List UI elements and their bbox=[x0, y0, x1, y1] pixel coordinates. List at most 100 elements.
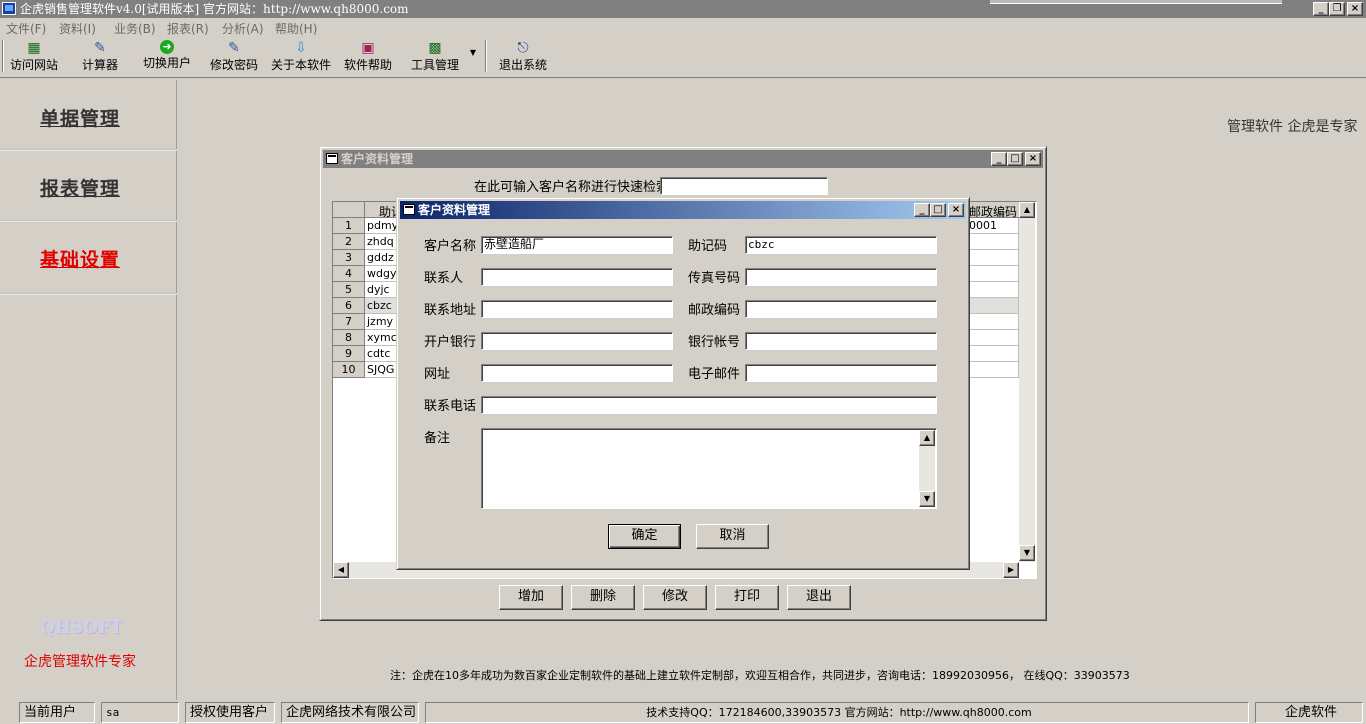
dialog-maximize-button[interactable]: □ bbox=[930, 203, 946, 217]
app-icon bbox=[2, 2, 16, 15]
nav-basic-settings[interactable]: 基础设置 bbox=[0, 222, 177, 294]
status-current-user-label: 当前用户 bbox=[19, 702, 95, 723]
qhsoft-logo: QHSOFT bbox=[40, 618, 123, 638]
row-number: 5 bbox=[333, 282, 365, 298]
exit-door-icon: ⎋ bbox=[517, 40, 529, 56]
cell-postal-code[interactable] bbox=[967, 234, 1019, 250]
tools-button[interactable]: ▩ 工具管理 bbox=[409, 40, 461, 76]
print-button[interactable]: 打印 bbox=[715, 585, 779, 610]
phone-label: 联系电话 bbox=[424, 399, 477, 414]
delete-button[interactable]: 删除 bbox=[571, 585, 635, 610]
fax-label: 传真号码 bbox=[688, 271, 741, 286]
about-button[interactable]: ⇩ 关于本软件 bbox=[269, 40, 333, 76]
arrow-down-icon: ⇩ bbox=[295, 40, 307, 56]
cell-mnemonic[interactable]: wdgys bbox=[365, 266, 397, 282]
nav-documents[interactable]: 单据管理 bbox=[0, 80, 177, 150]
window-icon bbox=[326, 153, 338, 164]
ok-button[interactable]: 确定 bbox=[608, 524, 681, 549]
change-password-button[interactable]: ✎ 修改密码 bbox=[208, 40, 260, 76]
cell-mnemonic[interactable]: xymc bbox=[365, 330, 397, 346]
exit-system-button[interactable]: ⎋ 退出系统 bbox=[497, 40, 549, 76]
add-button[interactable]: 增加 bbox=[499, 585, 563, 610]
row-number: 3 bbox=[333, 250, 365, 266]
customer-dialog-title-bar: 客户资料管理 _ □ × bbox=[400, 201, 966, 219]
cell-mnemonic[interactable]: dyjc bbox=[365, 282, 397, 298]
menu-data[interactable]: 资料(I) bbox=[59, 20, 96, 37]
menu-reports[interactable]: 报表(R) bbox=[167, 20, 209, 37]
nav-reports[interactable]: 报表管理 bbox=[0, 151, 177, 221]
dialog-close-button[interactable]: × bbox=[948, 203, 964, 217]
calculator-button[interactable]: ✎ 计算器 bbox=[78, 40, 122, 76]
cell-postal-code[interactable] bbox=[967, 250, 1019, 266]
cell-mnemonic[interactable]: SJQG bbox=[365, 362, 397, 378]
row-number: 4 bbox=[333, 266, 365, 282]
cell-mnemonic[interactable]: cbzc bbox=[365, 298, 397, 314]
remarks-textarea[interactable] bbox=[481, 428, 937, 509]
cell-postal-code[interactable]: 0001 bbox=[967, 218, 1019, 234]
phone-input[interactable] bbox=[481, 396, 937, 414]
remarks-scrollbar[interactable]: ▲ ▼ bbox=[919, 430, 935, 507]
cell-postal-code[interactable] bbox=[967, 282, 1019, 298]
cell-mnemonic[interactable]: gddz bbox=[365, 250, 397, 266]
website-input[interactable] bbox=[481, 364, 673, 382]
cell-postal-code[interactable] bbox=[967, 314, 1019, 330]
brand-slogan: 企虎管理软件专家 bbox=[24, 654, 136, 670]
status-bar: 当前用户 sa 授权使用客户 企虎网络技术有限公司 技术支持QQ：1721846… bbox=[0, 700, 1366, 724]
bank-account-input[interactable] bbox=[745, 332, 937, 350]
cell-postal-code[interactable] bbox=[967, 346, 1019, 362]
app-restore-button[interactable]: ❐ bbox=[1329, 2, 1345, 16]
menu-file[interactable]: 文件(F) bbox=[6, 20, 46, 37]
scroll-left-arrow-icon[interactable]: ◀ bbox=[333, 562, 349, 578]
nav-reports-label: 报表管理 bbox=[40, 178, 121, 200]
cell-postal-code[interactable] bbox=[967, 330, 1019, 346]
customer-name-input[interactable]: 赤壁造船厂 bbox=[481, 236, 673, 254]
bank-input[interactable] bbox=[481, 332, 673, 350]
mnemonic-input[interactable]: cbzc bbox=[745, 236, 937, 254]
brand-tagline: 管理软件 企虎是专家 bbox=[1227, 119, 1358, 135]
fax-input[interactable] bbox=[745, 268, 937, 286]
footer-note: 注：企虎在10多年成功为数百家企业定制软件的基础上建立软件定制部，欢迎互相合作，… bbox=[390, 669, 1130, 682]
address-input[interactable] bbox=[481, 300, 673, 318]
list-exit-button[interactable]: 退出 bbox=[787, 585, 851, 610]
grid-vertical-scrollbar[interactable]: ▲ ▼ bbox=[1019, 202, 1035, 562]
contact-input[interactable] bbox=[481, 268, 673, 286]
remarks-scroll-down-arrow-icon[interactable]: ▼ bbox=[919, 491, 935, 507]
scroll-right-arrow-icon[interactable]: ▶ bbox=[1003, 562, 1019, 578]
cell-postal-code[interactable] bbox=[967, 266, 1019, 282]
remarks-scroll-up-arrow-icon[interactable]: ▲ bbox=[919, 430, 935, 446]
app-minimize-button[interactable]: _ bbox=[1313, 2, 1329, 16]
cell-postal-code[interactable] bbox=[967, 298, 1019, 314]
bank-label: 开户银行 bbox=[424, 335, 477, 350]
toolbar-separator bbox=[485, 40, 487, 72]
help-button[interactable]: ▣ 软件帮助 bbox=[342, 40, 394, 76]
toolbar: ▦ 访问网站 ✎ 计算器 ➜ 切换用户 ✎ 修改密码 ⇩ 关于本软件 ▣ 软件帮… bbox=[0, 38, 1366, 78]
row-number: 7 bbox=[333, 314, 365, 330]
cell-mnemonic[interactable]: jzmy bbox=[365, 314, 397, 330]
edit-button[interactable]: 修改 bbox=[643, 585, 707, 610]
list-close-button[interactable]: × bbox=[1025, 152, 1041, 166]
scroll-up-arrow-icon[interactable]: ▲ bbox=[1019, 202, 1035, 218]
menu-help[interactable]: 帮助(H) bbox=[275, 20, 317, 37]
menu-analysis[interactable]: 分析(A) bbox=[222, 20, 264, 37]
postal-code-input[interactable] bbox=[745, 300, 937, 318]
book-icon: ▣ bbox=[361, 40, 375, 56]
email-input[interactable] bbox=[745, 364, 937, 382]
nav-documents-label: 单据管理 bbox=[40, 108, 121, 130]
app-close-button[interactable]: × bbox=[1347, 2, 1363, 16]
list-minimize-button[interactable]: _ bbox=[991, 152, 1007, 166]
contact-label: 联系人 bbox=[424, 271, 464, 286]
visit-website-button[interactable]: ▦ 访问网站 bbox=[8, 40, 60, 76]
customer-search-input[interactable] bbox=[660, 177, 828, 195]
cell-postal-code[interactable] bbox=[967, 362, 1019, 378]
dialog-minimize-button[interactable]: _ bbox=[914, 203, 930, 217]
tools-dropdown-arrow-icon[interactable]: ▼ bbox=[468, 48, 478, 84]
list-maximize-button[interactable]: □ bbox=[1007, 152, 1023, 166]
cancel-button[interactable]: 取消 bbox=[696, 524, 769, 549]
switch-user-button[interactable]: ➜ 切换用户 bbox=[141, 40, 193, 76]
cell-mnemonic[interactable]: pdmy bbox=[365, 218, 397, 234]
cell-mnemonic[interactable]: cdtc bbox=[365, 346, 397, 362]
cell-mnemonic[interactable]: zhdq bbox=[365, 234, 397, 250]
scroll-down-arrow-icon[interactable]: ▼ bbox=[1019, 545, 1035, 561]
bank-account-label: 银行帐号 bbox=[688, 335, 741, 350]
menu-business[interactable]: 业务(B) bbox=[114, 20, 156, 37]
